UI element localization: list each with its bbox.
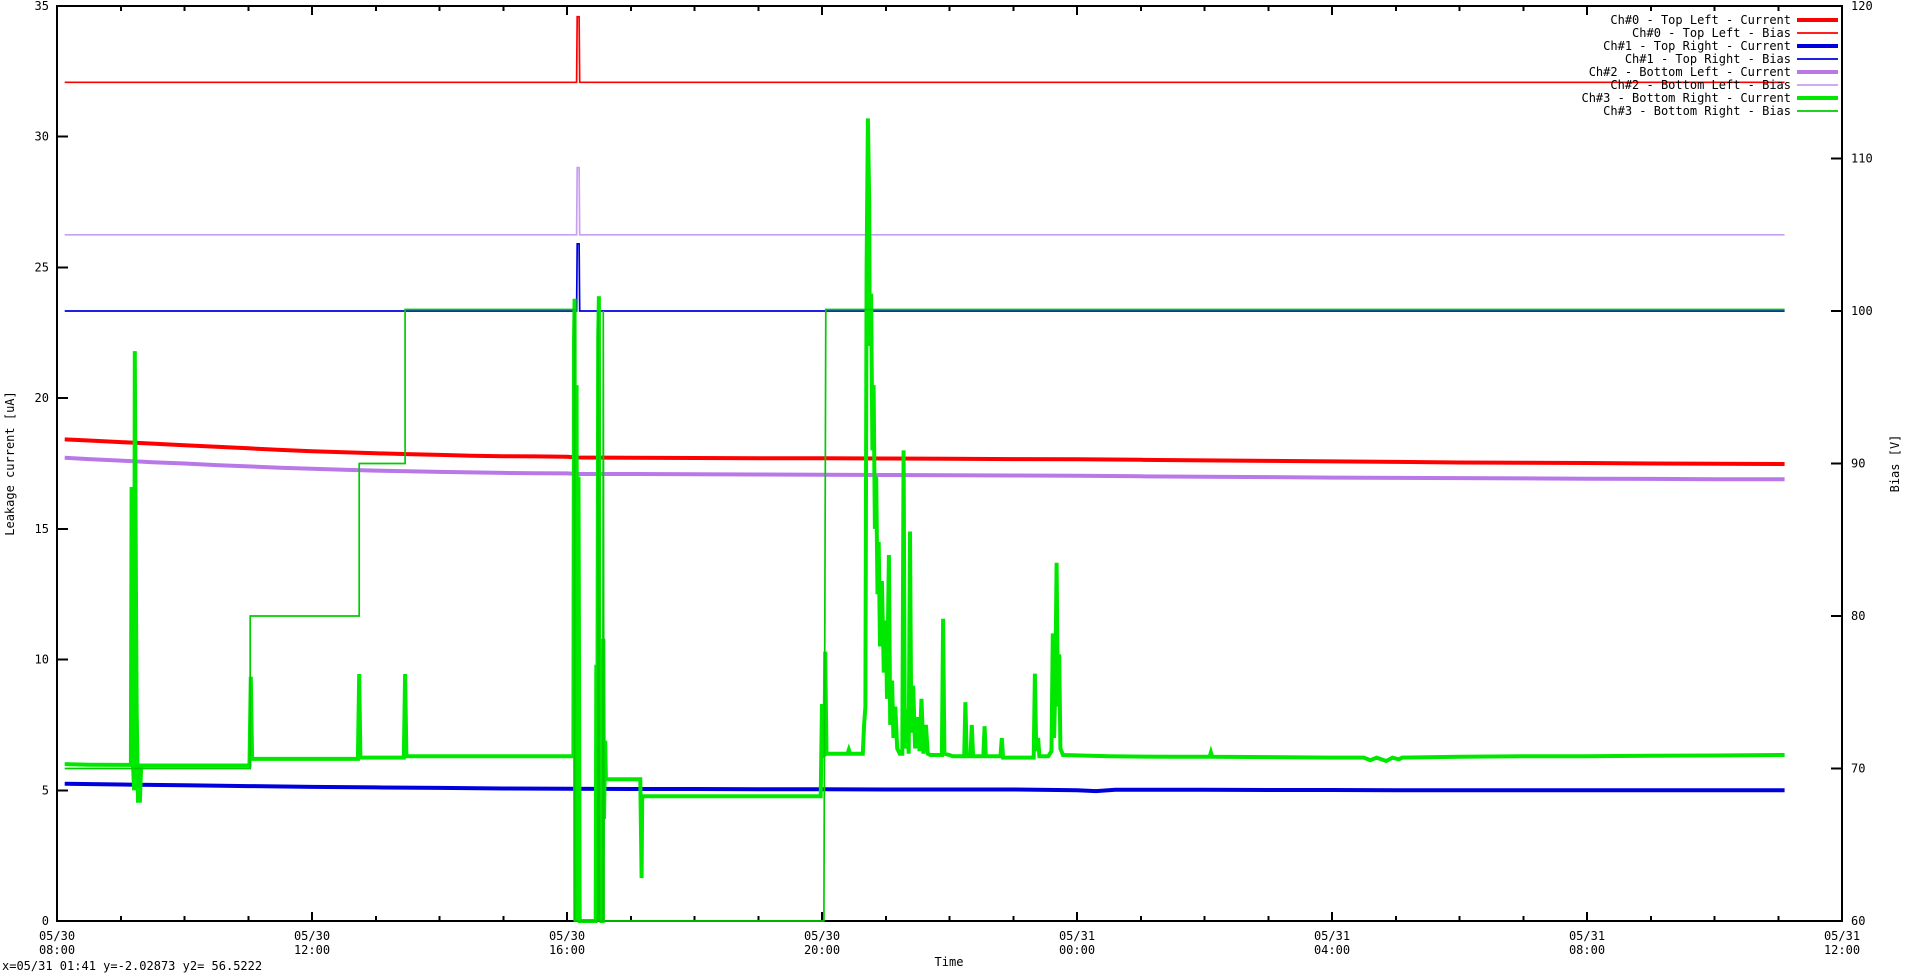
- legend-label-ch0-current: Ch#0 - Top Left - Current: [1610, 13, 1791, 27]
- x-axis-title: Time: [935, 955, 964, 969]
- series-ch0-current: [65, 439, 1785, 464]
- y-tick-label: 35: [35, 0, 49, 13]
- x-tick-label: 08:00: [39, 943, 75, 957]
- series-ch1-current: [65, 784, 1785, 791]
- y2-tick-label: 110: [1851, 152, 1873, 166]
- y-axis-title: Leakage current [uA]: [3, 391, 17, 536]
- legend-label-ch2-bias: Ch#2 - Bottom Left - Bias: [1610, 78, 1791, 92]
- chart-canvas[interactable]: 05/3008:0005/3012:0005/3016:0005/3020:00…: [0, 0, 1920, 977]
- legend-label-ch3-current: Ch#3 - Bottom Right - Current: [1581, 91, 1791, 105]
- x-tick-label: 05/30: [39, 929, 75, 943]
- y-tick-label: 30: [35, 130, 49, 144]
- y2-axis-title: Bias [V]: [1888, 435, 1902, 493]
- x-tick-label: 12:00: [1824, 943, 1860, 957]
- series-ch3-current: [65, 118, 1785, 921]
- legend-label-ch0-bias: Ch#0 - Top Left - Bias: [1632, 26, 1791, 40]
- x-tick-label: 05/30: [549, 929, 585, 943]
- y2-tick-label: 70: [1851, 762, 1865, 776]
- x-tick-label: 05/31: [1314, 929, 1350, 943]
- x-tick-label: 08:00: [1569, 943, 1605, 957]
- y-tick-label: 10: [35, 653, 49, 667]
- series-ch0-bias: [65, 17, 1785, 83]
- x-tick-label: 16:00: [549, 943, 585, 957]
- x-tick-label: 05/31: [1824, 929, 1860, 943]
- y2-tick-label: 100: [1851, 304, 1873, 318]
- y2-tick-label: 90: [1851, 457, 1865, 471]
- y-tick-label: 20: [35, 391, 49, 405]
- y2-tick-label: 60: [1851, 914, 1865, 928]
- series-ch1-bias: [65, 244, 1785, 311]
- y-tick-label: 0: [42, 914, 49, 928]
- series-ch2-bias: [65, 168, 1785, 235]
- gnuplot-window: 05/3008:0005/3012:0005/3016:0005/3020:00…: [0, 0, 1920, 977]
- legend-label-ch1-current: Ch#1 - Top Right - Current: [1603, 39, 1791, 53]
- mouse-coordinate-readout: x=05/31 01:41 y=-2.02873 y2= 56.5222: [2, 959, 262, 973]
- legend-label-ch3-bias: Ch#3 - Bottom Right - Bias: [1603, 104, 1791, 118]
- x-tick-label: 05/30: [804, 929, 840, 943]
- x-tick-label: 00:00: [1059, 943, 1095, 957]
- x-tick-label: 05/30: [294, 929, 330, 943]
- series-ch3-bias: [65, 310, 1785, 922]
- y-tick-label: 5: [42, 783, 49, 797]
- y-tick-label: 15: [35, 522, 49, 536]
- x-tick-label: 04:00: [1314, 943, 1350, 957]
- x-tick-label: 12:00: [294, 943, 330, 957]
- x-tick-label: 05/31: [1569, 929, 1605, 943]
- y2-tick-label: 80: [1851, 609, 1865, 623]
- x-tick-label: 20:00: [804, 943, 840, 957]
- y-tick-label: 25: [35, 260, 49, 274]
- legend-label-ch2-current: Ch#2 - Bottom Left - Current: [1589, 65, 1791, 79]
- x-tick-label: 05/31: [1059, 929, 1095, 943]
- legend-label-ch1-bias: Ch#1 - Top Right - Bias: [1625, 52, 1791, 66]
- y2-tick-label: 120: [1851, 0, 1873, 13]
